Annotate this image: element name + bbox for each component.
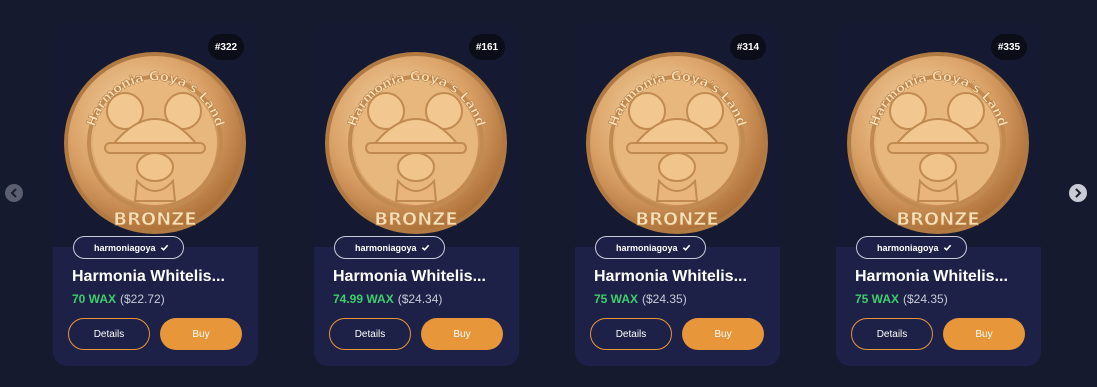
svg-text:BRONZE: BRONZE: [374, 209, 457, 230]
bronze-coin-image: Harmonia Goya's Land BRONZE: [325, 52, 507, 234]
price: 75 WAX ($24.35): [594, 292, 687, 306]
nft-title[interactable]: Harmonia Whitelis...: [855, 268, 1008, 286]
collection-badge[interactable]: harmoniagoya: [856, 236, 967, 259]
collection-badge[interactable]: harmoniagoya: [334, 236, 445, 259]
mint-number-badge: #314: [730, 34, 766, 60]
nft-card[interactable]: Harmonia Goya's Land BRONZE #322 harmoni…: [53, 22, 258, 366]
bronze-coin-image: Harmonia Goya's Land BRONZE: [64, 52, 246, 234]
nft-card[interactable]: Harmonia Goya's Land BRONZE #161 harmoni…: [314, 22, 519, 366]
verified-check-icon: [421, 244, 429, 251]
chevron-right-icon: [1075, 188, 1082, 198]
price-usd: ($24.35): [903, 292, 948, 306]
carousel-next-button[interactable]: [1069, 184, 1087, 202]
collection-name: harmoniagoya: [616, 242, 678, 253]
svg-text:BRONZE: BRONZE: [635, 209, 718, 230]
chevron-left-icon: [10, 188, 17, 198]
verified-check-icon: [160, 244, 168, 251]
price-wax: 70 WAX: [72, 292, 117, 306]
nft-card[interactable]: Harmonia Goya's Land BRONZE #335 harmoni…: [836, 22, 1041, 366]
nft-title[interactable]: Harmonia Whitelis...: [594, 268, 747, 286]
price-wax: 75 WAX: [855, 292, 900, 306]
buy-button[interactable]: Buy: [682, 318, 764, 350]
collection-badge[interactable]: harmoniagoya: [73, 236, 184, 259]
bronze-coin-image: Harmonia Goya's Land BRONZE: [586, 52, 768, 234]
details-button[interactable]: Details: [590, 318, 672, 350]
nft-card[interactable]: Harmonia Goya's Land BRONZE #314 harmoni…: [575, 22, 780, 366]
price-usd: ($24.35): [642, 292, 687, 306]
verified-check-icon: [682, 244, 690, 251]
price: 74.99 WAX ($24.34): [333, 292, 442, 306]
nft-title[interactable]: Harmonia Whitelis...: [333, 268, 486, 286]
price: 70 WAX ($22.72): [72, 292, 165, 306]
mint-number-badge: #335: [991, 34, 1027, 60]
nft-carousel: Harmonia Goya's Land BRONZE #322 harmoni…: [0, 0, 1097, 387]
nft-title[interactable]: Harmonia Whitelis...: [72, 268, 225, 286]
mint-number-badge: #161: [469, 34, 505, 60]
price-usd: ($24.34): [397, 292, 443, 306]
carousel-prev-button[interactable]: [5, 184, 23, 202]
mint-number-badge: #322: [208, 34, 244, 60]
collection-name: harmoniagoya: [355, 242, 417, 253]
verified-check-icon: [943, 244, 951, 251]
price: 75 WAX ($24.35): [855, 292, 948, 306]
details-button[interactable]: Details: [851, 318, 933, 350]
price-usd: ($22.72): [120, 292, 165, 306]
buy-button[interactable]: Buy: [943, 318, 1025, 350]
buy-button[interactable]: Buy: [160, 318, 242, 350]
details-button[interactable]: Details: [68, 318, 150, 350]
collection-name: harmoniagoya: [877, 242, 939, 253]
bronze-coin-image: Harmonia Goya's Land BRONZE: [847, 52, 1029, 234]
price-wax: 75 WAX: [594, 292, 639, 306]
collection-name: harmoniagoya: [94, 242, 156, 253]
svg-text:BRONZE: BRONZE: [113, 209, 196, 230]
svg-text:BRONZE: BRONZE: [896, 209, 979, 230]
price-wax: 74.99 WAX: [333, 292, 394, 306]
buy-button[interactable]: Buy: [421, 318, 503, 350]
collection-badge[interactable]: harmoniagoya: [595, 236, 706, 259]
details-button[interactable]: Details: [329, 318, 411, 350]
